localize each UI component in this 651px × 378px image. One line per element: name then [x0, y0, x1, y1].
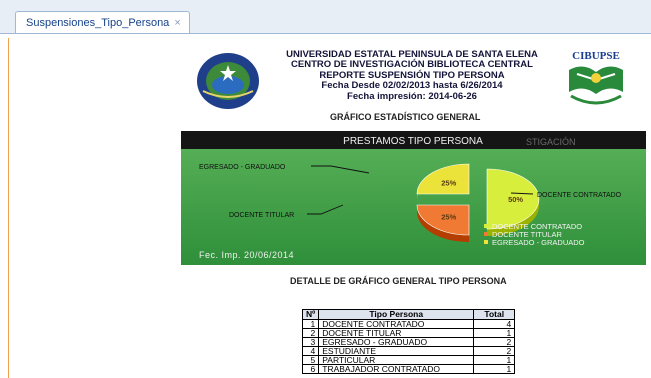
row-total: 1: [473, 364, 516, 374]
detail-table: Nº Tipo Persona Total 1 DOCENTE CONTRATAD…: [301, 309, 516, 374]
general-chart-title: GRÁFICO ESTADÍSTICO GENERAL: [330, 112, 481, 122]
pie-value-label: 50%: [508, 195, 523, 204]
print-date: Fecha impresión: 2014-06-26: [347, 90, 477, 102]
pie-chart: PRESTAMOS TIPO PERSONA STIGACIÓN 50% 25% 2…: [181, 131, 646, 265]
tab-strip: Suspensiones_Tipo_Persona ×: [0, 0, 651, 34]
col-header-tipo-persona: Tipo Persona: [318, 309, 475, 320]
table-header-row: Nº Tipo Persona Total: [301, 309, 516, 320]
row-tipo-persona: TRABAJADOR CONTRATADO: [318, 364, 475, 374]
detail-title: DETALLE DE GRÁFICO GENERAL TIPO PERSONA: [290, 276, 507, 286]
tab-label: Suspensiones_Tipo_Persona: [26, 16, 170, 29]
table-row: 6 TRABAJADOR CONTRATADO 1: [301, 364, 516, 374]
university-seal-logo: [197, 53, 259, 109]
chart-footer: Fec. Imp. 20/06/2014: [199, 250, 294, 260]
cibupse-logo: CIBUPSE: [569, 50, 623, 105]
tab-suspensiones-tipo-persona[interactable]: Suspensiones_Tipo_Persona ×: [15, 11, 190, 33]
legend-swatch: [484, 232, 488, 236]
close-icon[interactable]: ×: [174, 12, 180, 34]
report-header: UNIVERSIDAD ESTATAL PENINSULA DE SANTA E…: [262, 49, 562, 102]
legend-swatch: [484, 240, 488, 244]
chart-title: PRESTAMOS TIPO PERSONA: [343, 136, 483, 147]
pie-value-label: 25%: [441, 213, 456, 222]
col-header-total: Total: [473, 309, 516, 320]
legend-swatch: [484, 224, 488, 228]
pie-chart-svg: PRESTAMOS TIPO PERSONA STIGACIÓN 50% 25% 2…: [181, 131, 646, 265]
slice-callout-label: DOCENTE CONTRATADO: [537, 192, 622, 199]
slice-callout-label: EGRESADO - GRADUADO: [199, 164, 286, 171]
pie-value-label: 25%: [441, 178, 456, 187]
cibupse-logo-text: CIBUPSE: [572, 50, 620, 62]
row-number: 6: [301, 364, 320, 374]
legend-label: EGRESADO - GRADUADO: [492, 238, 585, 247]
col-header-number: Nº: [301, 309, 320, 320]
slice-callout-label: DOCENTE TITULAR: [229, 212, 294, 219]
chart-title-overlap: STIGACIÓN: [526, 137, 576, 147]
